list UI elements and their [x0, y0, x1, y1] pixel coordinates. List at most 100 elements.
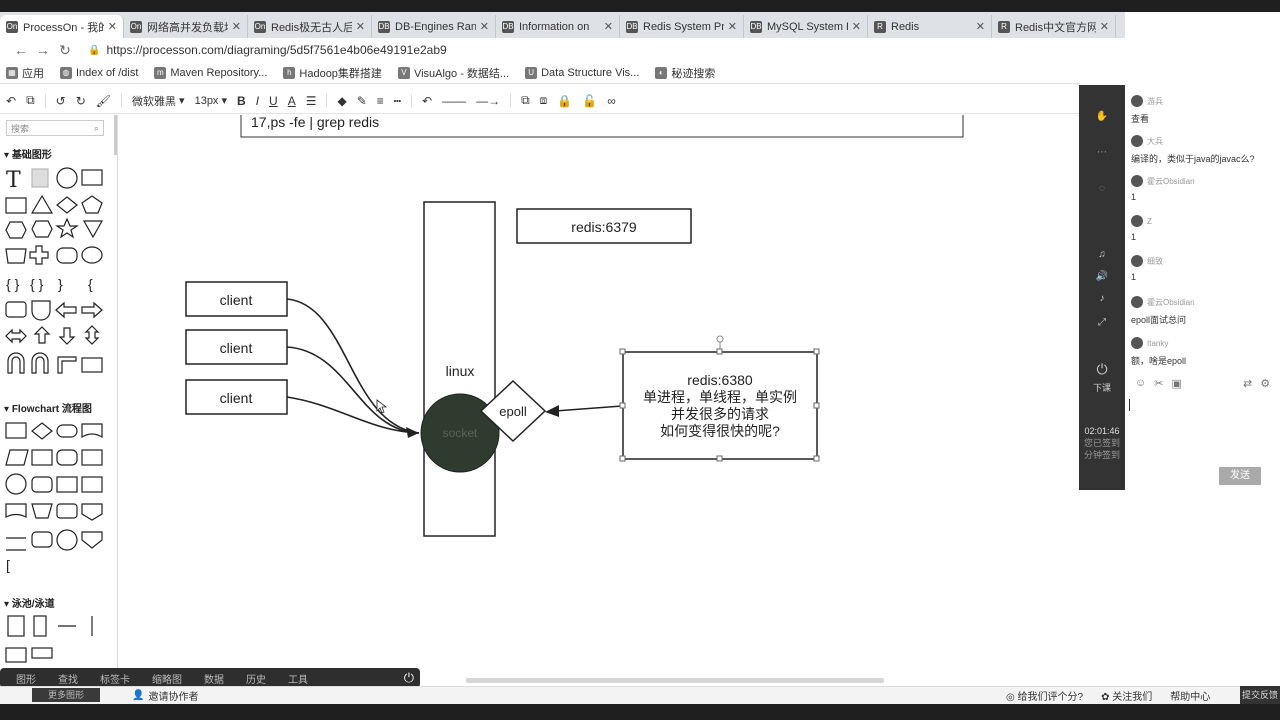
resize-handle[interactable] [813, 402, 820, 409]
more-shapes-button[interactable]: 更多图形 [32, 688, 100, 702]
browser-tab[interactable]: DB Information on ✕ [496, 15, 620, 38]
mic-icon[interactable]: ♫ [1079, 249, 1125, 260]
back-icon[interactable]: ← [10, 42, 32, 58]
bookmark-item[interactable]: U Data Structure Vis... [525, 66, 639, 79]
font-color-button[interactable]: A [288, 94, 296, 108]
line-style-icon[interactable]: ┅ [394, 94, 401, 108]
emoji-icon[interactable]: ☺ [1135, 377, 1146, 390]
speaker-icon[interactable]: 🔊 [1079, 271, 1125, 282]
lock-icon[interactable]: 🔒 [88, 45, 100, 56]
close-icon[interactable]: ✕ [356, 20, 365, 33]
line-color-icon[interactable]: ✎ [357, 94, 367, 108]
dock-item-find[interactable]: 查找 [58, 671, 78, 686]
resize-handle[interactable] [813, 455, 820, 462]
line-end-icon[interactable]: —→ [476, 94, 500, 108]
bold-button[interactable]: B [237, 94, 246, 108]
group-icon[interactable]: ∞ [607, 94, 616, 108]
align-icon[interactable]: ☰ [306, 94, 317, 108]
format-painter-icon[interactable]: 🖌 [96, 94, 111, 108]
resize-handle[interactable] [813, 348, 820, 355]
section-flowchart[interactable]: ▾ Flowchart 流程图 [0, 396, 96, 421]
bookmark-item[interactable]: ◐ 秘迹搜索 [655, 65, 715, 81]
close-icon[interactable]: ✕ [1100, 20, 1109, 33]
line-start-icon[interactable]: —— [442, 94, 466, 108]
send-back-icon[interactable]: ⧈ [540, 93, 548, 108]
browser-tab[interactable]: On 网络高并发负载均 ✕ [124, 15, 248, 38]
resize-handle[interactable] [619, 455, 626, 462]
close-icon[interactable]: ✕ [604, 20, 613, 33]
diagram-canvas[interactable]: 17,ps -fe | grep redis linux redis:6379 … [119, 114, 1080, 670]
basic-shapes-grid[interactable]: T { } { } } { [0, 167, 118, 407]
translate-icon[interactable]: ⇄ [1243, 377, 1252, 390]
undo-icon[interactable]: ↶ [6, 94, 16, 108]
unlock-shape-icon[interactable]: 🔓 [582, 94, 597, 108]
canvas-horizontal-scrollbar[interactable] [466, 678, 884, 683]
shape-search-input[interactable]: 搜索 ⌕ [6, 120, 104, 136]
section-basic-shapes[interactable]: ▾ 基础图形 [0, 142, 117, 167]
settings-icon[interactable]: ⋯ [1079, 147, 1125, 158]
close-icon[interactable]: ✕ [852, 20, 861, 33]
hand-icon[interactable]: ✋ [1079, 111, 1125, 122]
url-input[interactable]: https://processon.com/diagraming/5d5f756… [106, 43, 446, 57]
browser-tab[interactable]: DB MySQL System P ✕ [744, 15, 868, 38]
swimlane-shapes-grid[interactable] [0, 612, 118, 670]
redis-epoll-connector[interactable] [554, 405, 623, 412]
dock-item-tabs[interactable]: 标签卡 [100, 671, 130, 686]
leave-class-label[interactable]: 下课 [1079, 381, 1125, 394]
bookmark-item[interactable]: V VisuAlgo - 数据结... [397, 65, 509, 81]
line-width-icon[interactable]: ≡ [377, 94, 384, 108]
italic-button[interactable]: I [256, 94, 259, 108]
fill-color-icon[interactable]: ◆ [337, 94, 346, 108]
invite-collaborator-button[interactable]: 👤 邀请协作者 [132, 688, 198, 703]
browser-tab[interactable]: R Redis中文官方网站 ✕ [992, 15, 1116, 38]
underline-button[interactable]: U [269, 94, 278, 108]
bookmark-item[interactable]: m Maven Repository... [154, 66, 267, 79]
resize-handle[interactable] [716, 455, 723, 462]
resize-handle[interactable] [619, 348, 626, 355]
resize-handle[interactable] [619, 402, 626, 409]
undo-arrow-icon[interactable]: ↺ [56, 94, 66, 108]
bookmark-item[interactable]: h Hadoop集群搭建 [283, 65, 382, 81]
send-button[interactable]: 发送 [1219, 467, 1261, 485]
rotate-handle-icon[interactable] [716, 335, 724, 343]
gear-icon[interactable]: ⚙ [1260, 377, 1270, 390]
font-size-select[interactable]: 13px ▾ [195, 94, 227, 108]
client-connector[interactable] [286, 298, 420, 434]
dock-item-shapes[interactable]: 图形 [16, 671, 36, 686]
lock-shape-icon[interactable]: 🔒 [557, 94, 572, 108]
close-icon[interactable]: ✕ [480, 20, 489, 33]
power-icon[interactable]: ⏻ [1079, 361, 1125, 378]
browser-tab[interactable]: On Redis极无古人后 ✕ [248, 15, 372, 38]
close-icon[interactable]: ✕ [728, 20, 737, 33]
emoji-icon[interactable]: ◌ [1079, 183, 1125, 194]
music-icon[interactable]: ♪ [1079, 293, 1125, 304]
scissors-icon[interactable]: ✂ [1154, 377, 1163, 390]
client-connector[interactable] [286, 346, 420, 434]
bring-front-icon[interactable]: ⧉ [521, 93, 530, 108]
fullscreen-icon[interactable]: ⤢ [1079, 317, 1125, 328]
dock-item-thumbnail[interactable]: 缩略图 [152, 671, 182, 686]
browser-tab[interactable]: DB Redis System Pro ✕ [620, 15, 744, 38]
browser-tab[interactable]: DB DB-Engines Rank ✕ [372, 15, 496, 38]
flowchart-shapes-grid[interactable]: [ [0, 420, 118, 580]
panel-scrollbar[interactable] [114, 115, 117, 155]
browser-tab[interactable]: R Redis ✕ [868, 15, 992, 38]
follow-link[interactable]: ✿ 关注我们 [1101, 688, 1152, 703]
dock-item-tools[interactable]: 工具 [288, 671, 308, 686]
reload-icon[interactable]: ↻ [54, 42, 76, 59]
rate-link[interactable]: ◎ 给我们评个分? [1006, 688, 1083, 703]
power-icon[interactable]: ⏻ [404, 670, 414, 686]
connector-type-icon[interactable]: ↶ [422, 94, 432, 108]
dock-item-data[interactable]: 数据 [204, 671, 224, 686]
bookmark-item[interactable]: ▦ 应用 [6, 65, 44, 81]
close-icon[interactable]: ✕ [976, 20, 985, 33]
bookmark-item[interactable]: ◍ Index of /dist [60, 66, 138, 79]
font-family-select[interactable]: 微软雅黑 ▾ [132, 93, 185, 109]
help-link[interactable]: 帮助中心 [1170, 688, 1210, 703]
close-icon[interactable]: ✕ [108, 20, 117, 33]
close-icon[interactable]: ✕ [232, 20, 241, 33]
forward-icon[interactable]: → [32, 42, 54, 58]
redo-arrow-icon[interactable]: ↻ [76, 94, 86, 108]
resize-handle[interactable] [716, 348, 723, 355]
redo-shape-icon[interactable]: ⧉ [26, 93, 35, 108]
